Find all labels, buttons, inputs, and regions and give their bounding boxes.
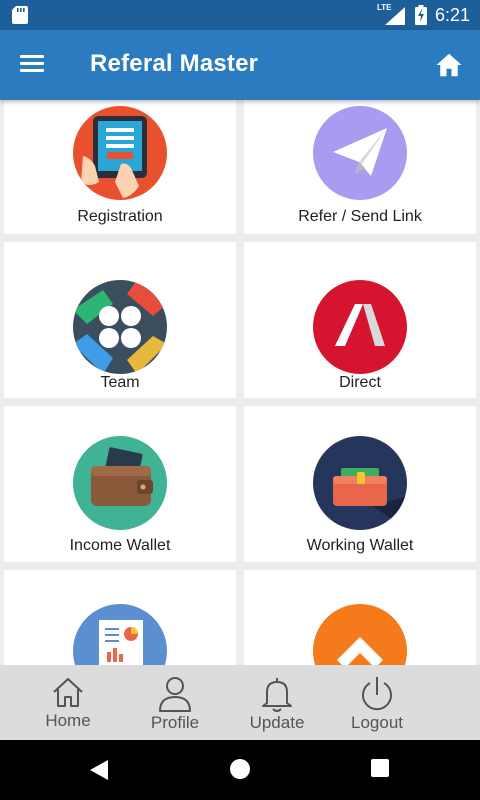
tile-income-wallet[interactable]: Income Wallet	[4, 406, 236, 562]
wallet-card-icon	[73, 436, 167, 530]
nav-home[interactable]: Home	[18, 665, 118, 740]
battery-charging-icon	[414, 5, 427, 25]
tile-label: Registration	[77, 208, 163, 225]
tile-direct[interactable]: Direct	[244, 242, 476, 398]
tile-refer-send-link[interactable]: Refer / Send Link	[244, 100, 476, 234]
nav-profile[interactable]: Profile	[125, 665, 225, 740]
tile-label: Income Wallet	[69, 537, 171, 554]
team-hands-icon	[73, 280, 167, 374]
recents-icon[interactable]	[370, 758, 390, 778]
report-chart-icon	[73, 604, 167, 665]
nav-logout[interactable]: Logout	[327, 665, 427, 740]
menu-grid: Registration Refer / Send Link Team Dire…	[0, 100, 480, 665]
tile-working-wallet[interactable]: Working Wallet	[244, 406, 476, 562]
wallet-cash-icon	[313, 436, 407, 530]
nav-label: Update	[249, 713, 305, 732]
nav-label: Profile	[150, 713, 200, 732]
nav-update[interactable]: Update	[227, 665, 327, 740]
bottom-navigation: Home Profile Update Logout	[0, 665, 480, 740]
tile-report[interactable]	[4, 570, 236, 665]
direct-logo-icon	[313, 280, 407, 374]
power-icon	[362, 677, 392, 711]
tile-label: Direct	[339, 374, 381, 391]
registration-tablet-icon	[73, 106, 167, 200]
tile-label: Refer / Send Link	[298, 208, 422, 225]
back-icon[interactable]	[88, 758, 110, 782]
system-navigation-bar	[0, 740, 480, 800]
hamburger-menu-icon[interactable]	[20, 52, 50, 78]
chevron-up-icon	[313, 604, 407, 665]
sd-card-icon	[12, 6, 28, 24]
tile-registration[interactable]: Registration	[4, 100, 236, 234]
home-icon[interactable]	[434, 50, 464, 80]
signal-icon: LTE	[377, 0, 407, 30]
home-outline-icon	[53, 678, 83, 707]
app-title: Referal Master	[90, 50, 259, 77]
nav-label: Logout	[351, 713, 403, 732]
nav-label: Home	[45, 711, 91, 730]
tile-team[interactable]: Team	[4, 242, 236, 398]
app-bar: Referal Master	[0, 30, 480, 100]
tile-label: Working Wallet	[306, 537, 414, 554]
status-bar: LTE 6:21	[0, 0, 480, 30]
home-circle-icon[interactable]	[229, 758, 251, 780]
paper-plane-icon	[313, 106, 407, 200]
tile-label: Team	[100, 374, 140, 391]
person-outline-icon	[159, 677, 191, 712]
clock: 6:21	[434, 4, 470, 25]
bell-outline-icon	[262, 678, 292, 712]
tile-up[interactable]	[244, 570, 476, 665]
